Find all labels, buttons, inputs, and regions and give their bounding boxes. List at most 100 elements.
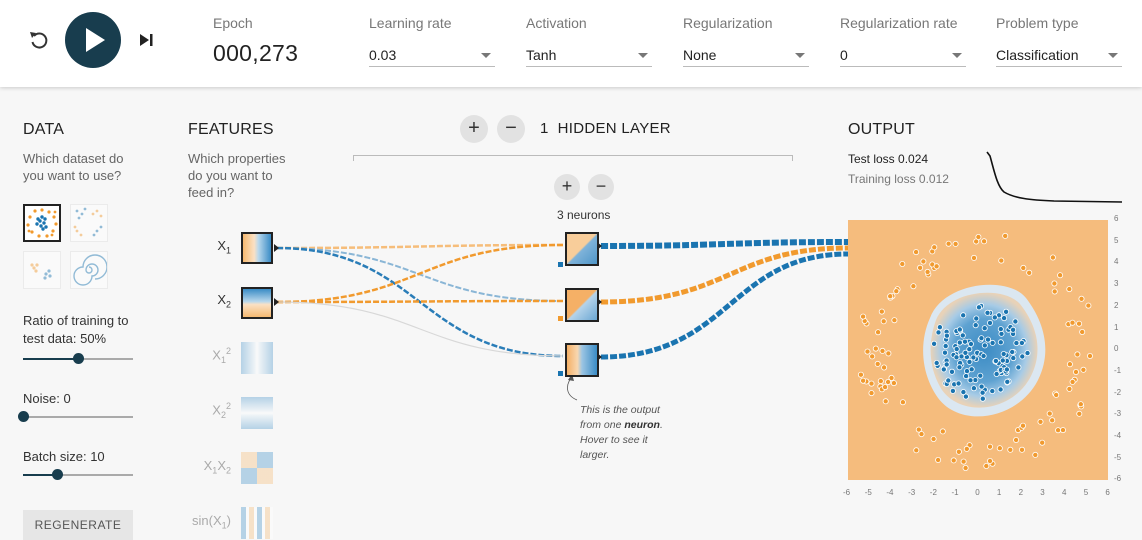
data-point-orange [971, 254, 978, 261]
data-point-blue [989, 339, 996, 346]
data-point-blue [956, 364, 963, 371]
data-point-blue [1003, 366, 1010, 373]
data-point-orange [881, 364, 888, 371]
data-point-orange [872, 345, 879, 352]
data-point-orange [1026, 269, 1033, 276]
data-point-orange [875, 329, 882, 336]
data-point-blue [997, 339, 1004, 346]
data-point-orange [986, 457, 993, 464]
data-point-blue [970, 385, 977, 392]
data-point-orange [877, 378, 884, 385]
data-point-blue [963, 373, 970, 380]
x-tick-label: -1 [951, 488, 959, 497]
x-tick-label: -2 [929, 488, 937, 497]
annotation-line: This is the output [580, 404, 660, 416]
data-point-blue [936, 324, 943, 331]
data-point-blue [960, 389, 967, 396]
data-point-orange [1077, 401, 1084, 408]
data-point-orange [1057, 272, 1064, 279]
data-point-orange [945, 240, 952, 247]
data-point-blue [967, 377, 974, 384]
data-point-blue [981, 342, 988, 349]
neuron-bias-2[interactable] [558, 316, 563, 321]
output-plot[interactable] [848, 220, 1108, 480]
data-point-orange [868, 380, 875, 387]
loss-curve [986, 151, 1123, 203]
annotation-line: Hover to see it [580, 434, 648, 446]
data-point-orange [864, 348, 871, 355]
data-point-blue [1004, 378, 1011, 385]
data-point-blue [1024, 350, 1031, 357]
y-tick-label: 4 [1114, 257, 1119, 267]
data-point-orange [920, 258, 927, 265]
data-point-blue [968, 366, 975, 373]
data-point-orange [1059, 427, 1066, 434]
data-point-blue [979, 389, 986, 396]
x-tick-label: 6 [1105, 488, 1110, 497]
data-point-orange [882, 384, 889, 391]
annotation-pointer [567, 377, 578, 401]
data-point-orange [857, 371, 864, 378]
data-point-blue [949, 368, 956, 375]
hidden-neuron-3[interactable] [565, 343, 599, 377]
y-tick-label: -2 [1114, 387, 1122, 397]
data-point-blue [986, 319, 993, 326]
neuron-bias-3[interactable] [558, 371, 563, 376]
data-point-orange [874, 360, 881, 367]
data-point-blue [935, 329, 942, 336]
data-point-blue [940, 366, 947, 373]
data-point-orange [879, 347, 886, 354]
data-point-blue [1000, 350, 1007, 357]
training-loss-label: Training loss [848, 172, 919, 186]
data-point-orange [1013, 436, 1020, 443]
output-heading: OUTPUT [848, 121, 915, 138]
data-point-blue [989, 388, 996, 395]
data-point-orange [1007, 446, 1014, 453]
y-tick-label: 0 [1114, 344, 1119, 354]
data-point-orange [1053, 391, 1060, 398]
hidden-neuron-2[interactable] [565, 288, 599, 322]
data-point-blue [993, 370, 1000, 377]
data-point-orange [1046, 410, 1053, 417]
data-point-orange [955, 448, 962, 455]
data-point-blue [975, 304, 982, 311]
data-point-orange [1018, 446, 1025, 453]
data-point-orange [878, 308, 885, 315]
annotation-text: from one [580, 419, 625, 431]
x-tick-label: 0 [975, 488, 980, 497]
data-point-orange [1072, 368, 1079, 375]
data-point-blue [933, 359, 940, 366]
x-tick-label: -6 [843, 488, 851, 497]
hidden-neuron-1[interactable] [565, 232, 599, 266]
data-point-blue [972, 322, 979, 329]
data-point-orange [952, 240, 959, 247]
data-point-blue [1010, 355, 1017, 362]
x-tick-label: 1 [996, 488, 1002, 497]
data-point-orange [963, 445, 970, 452]
y-tick-label: -3 [1114, 409, 1122, 419]
data-point-orange [950, 457, 957, 464]
data-point-orange [931, 244, 938, 251]
data-point-orange [983, 462, 990, 469]
data-point-orange [933, 263, 940, 270]
data-point-orange [1032, 451, 1039, 458]
data-point-orange [1079, 329, 1086, 336]
data-point-orange [893, 288, 900, 295]
data-point-blue [955, 380, 962, 387]
output-heatmap [848, 220, 1108, 480]
data-point-orange [1074, 351, 1081, 358]
data-point-blue [979, 395, 986, 402]
neuron-bias-1[interactable] [558, 262, 563, 267]
training-loss-value: 0.012 [918, 172, 949, 186]
annotation-line: from one neuron. [580, 418, 680, 433]
data-point-orange [1002, 232, 1009, 239]
annotation-emphasis: neuron [624, 419, 660, 431]
link-n3-out [600, 251, 849, 360]
data-point-orange [939, 428, 946, 435]
data-point-orange [1076, 320, 1083, 327]
data-point-blue [991, 314, 998, 321]
data-point-blue [1012, 318, 1019, 325]
y-tick-label: -1 [1114, 365, 1122, 375]
data-point-blue [968, 341, 975, 348]
data-point-orange [1051, 280, 1058, 287]
